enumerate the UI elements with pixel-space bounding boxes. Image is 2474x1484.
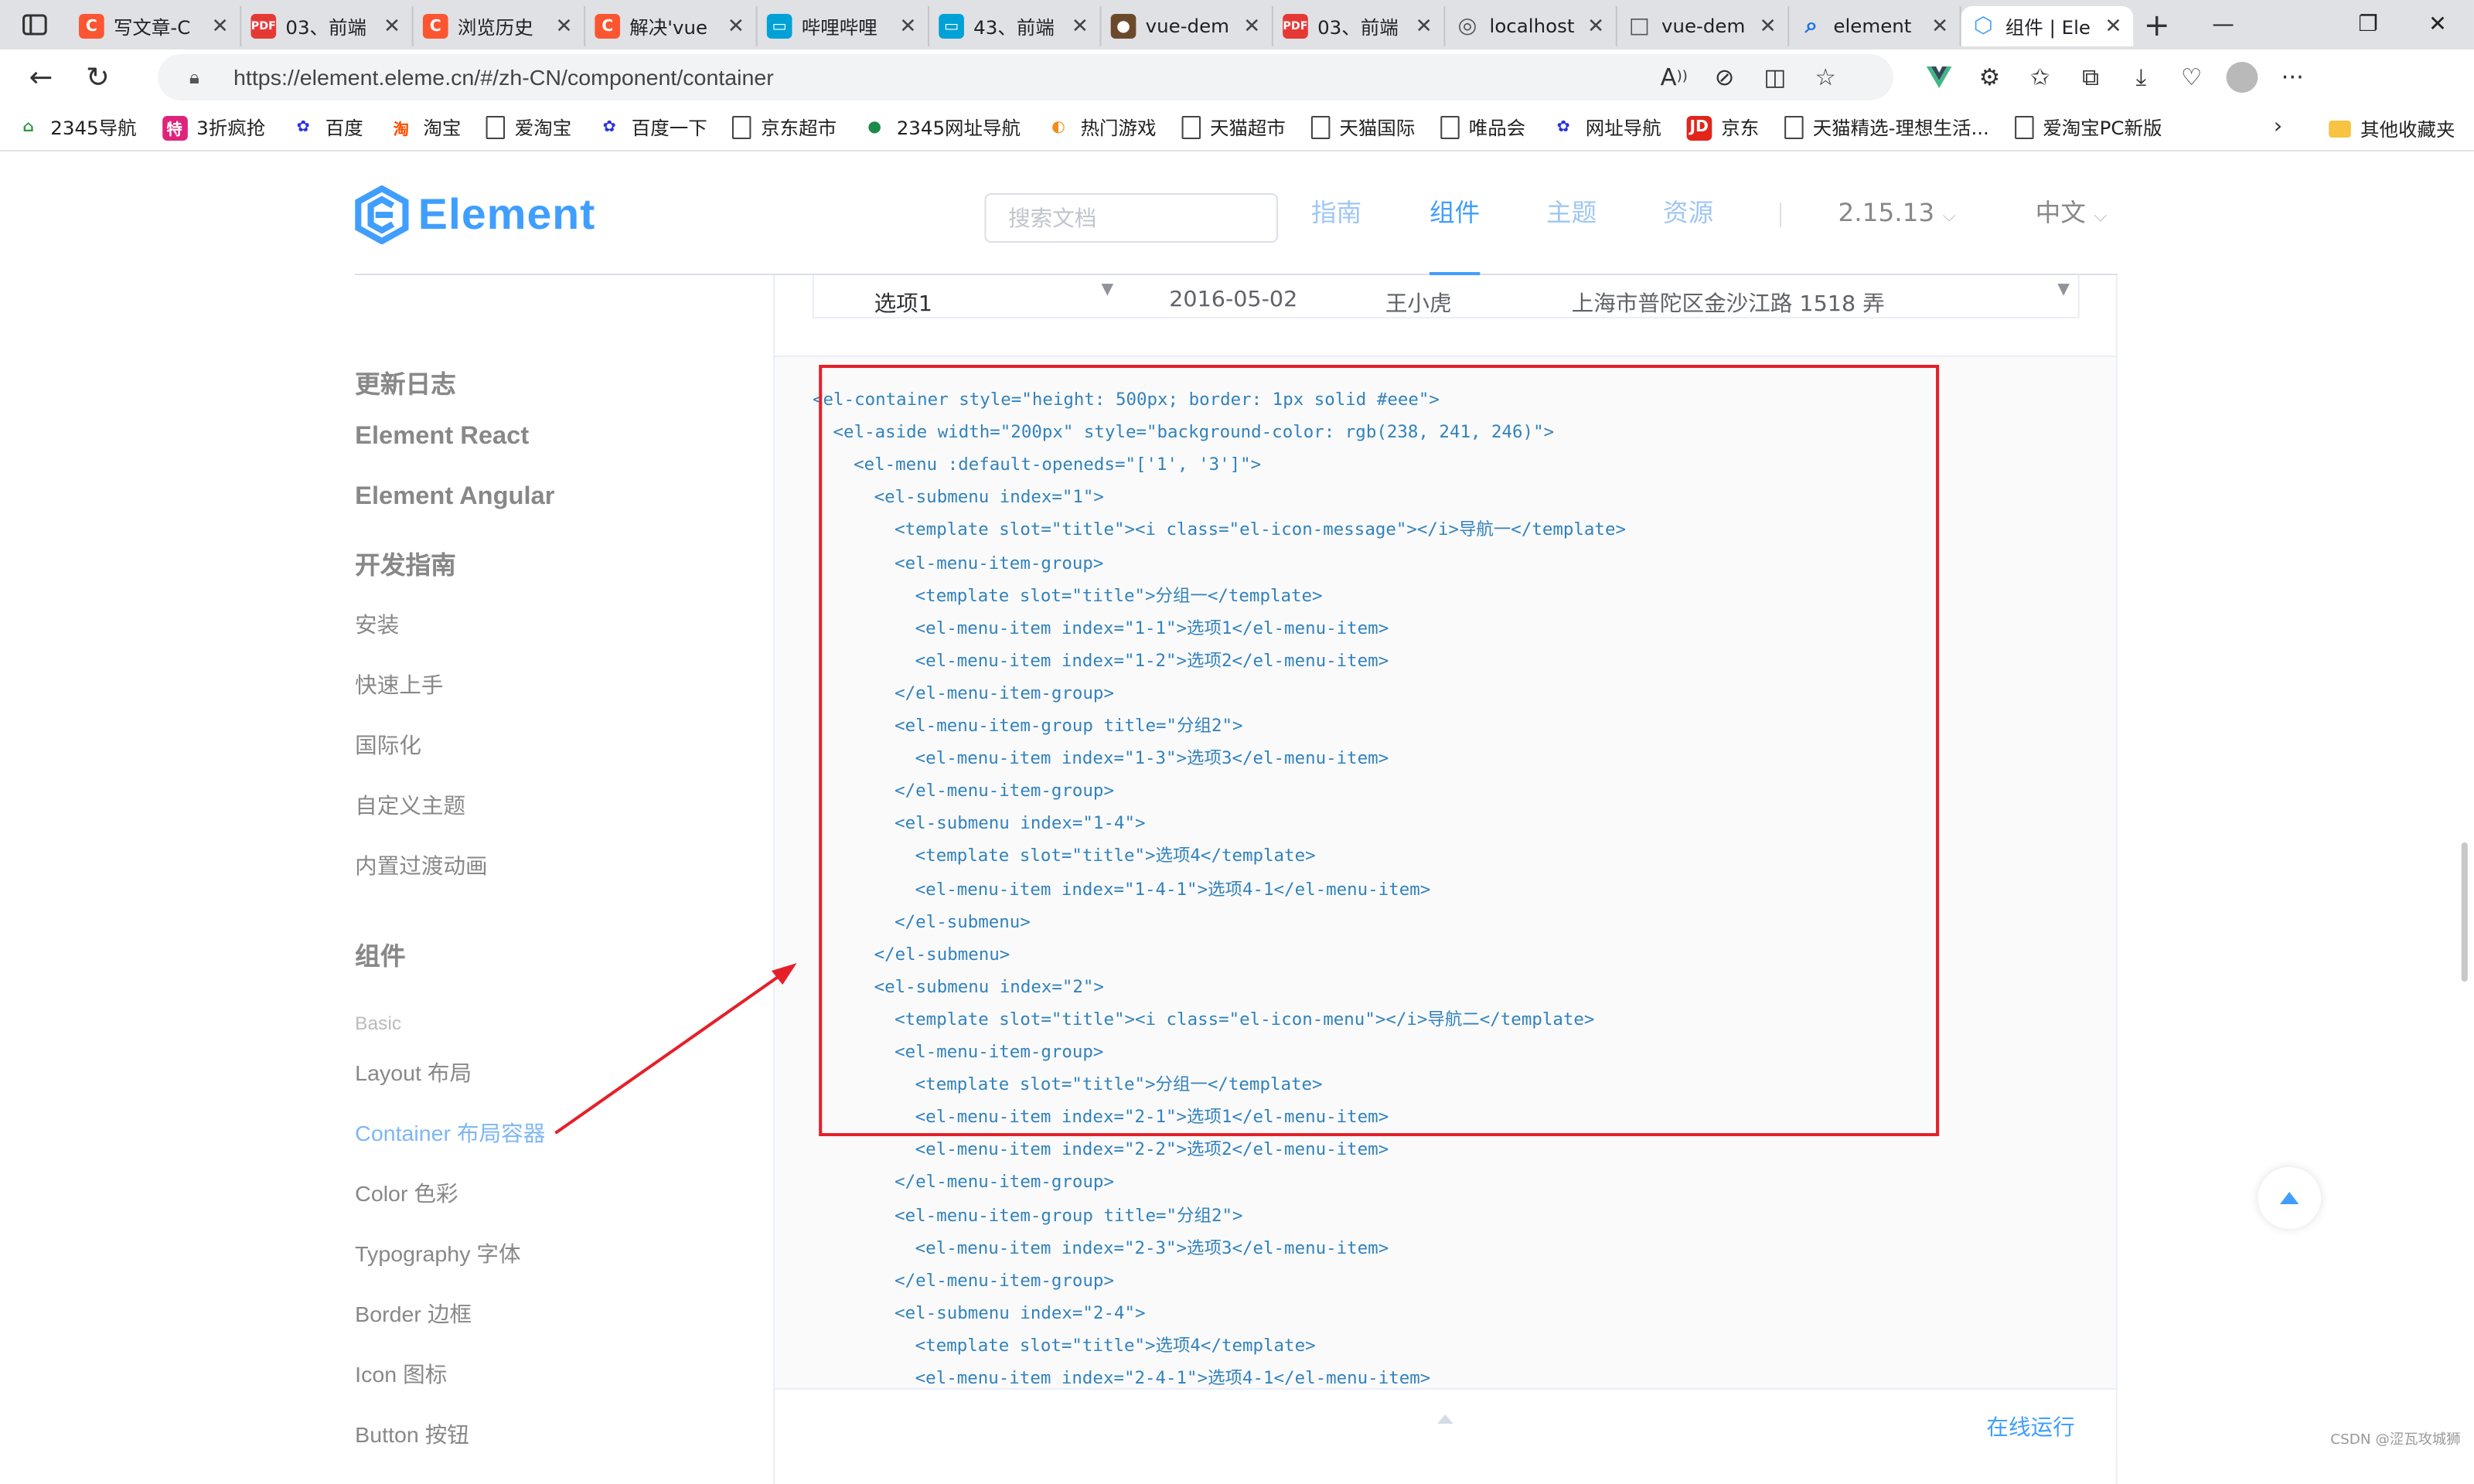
arrow-head-icon <box>771 963 797 985</box>
watermark-text: CSDN @涩瓦攻城狮 <box>2330 1433 2461 1448</box>
annotation-arrow <box>554 963 797 1135</box>
page-scrollbar[interactable] <box>2461 842 2468 982</box>
